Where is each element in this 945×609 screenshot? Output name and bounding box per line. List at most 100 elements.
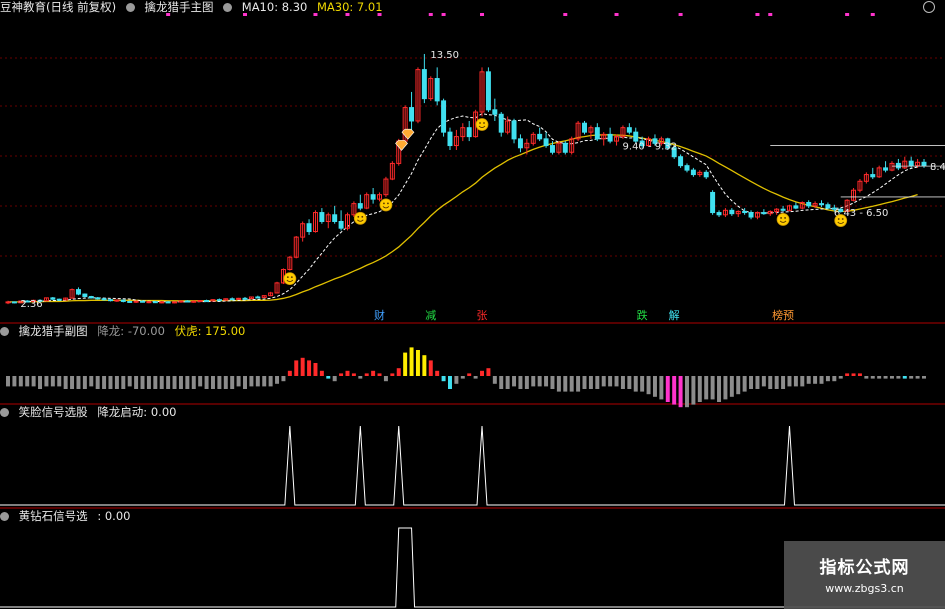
smiley-eye [479, 122, 481, 124]
sub1-bar [691, 376, 696, 405]
sub1-bar [422, 355, 427, 376]
candle-body [921, 161, 927, 167]
sub1-bar [435, 370, 440, 376]
sub1-bar [601, 376, 606, 387]
sub1-bar [704, 376, 709, 400]
sub1-bar [870, 376, 875, 379]
sub1-bar [76, 376, 81, 389]
sub1-bar [460, 376, 465, 379]
sub1-bar [512, 376, 517, 387]
sub1-bar [390, 373, 395, 376]
candle-body [690, 169, 696, 176]
sub1-bar [249, 376, 254, 387]
candle-body [216, 299, 222, 302]
price-annotation: 8.48 - [930, 162, 945, 173]
sub2-signal-line [0, 425, 945, 506]
sub1-bar [845, 373, 850, 376]
top-signal-mark [678, 13, 683, 16]
dropdown-circle-icon[interactable] [223, 3, 233, 12]
event-label: 解 [669, 308, 680, 322]
sub1-bar [774, 376, 779, 389]
sub1-bar [793, 376, 798, 387]
candle-body [5, 301, 11, 304]
smiley-eye [361, 215, 364, 218]
sub1-bar [800, 376, 805, 387]
candle-body [543, 138, 549, 147]
candle-body [159, 301, 165, 304]
sub2-title[interactable]: 笑脸信号选股 [19, 405, 88, 419]
sub1-title[interactable]: 擒龙猎手副图 [19, 324, 88, 338]
sub1-bar [499, 376, 504, 389]
diamond-icon [401, 128, 415, 140]
top-signal-mark [428, 13, 433, 16]
smiley-icon [834, 214, 848, 227]
sub1-bar [127, 376, 132, 387]
sub1-bar [415, 350, 420, 376]
sub1-bar [223, 376, 228, 389]
sub1-bar [659, 376, 664, 400]
ma10-line [7, 113, 918, 303]
smiley-icon [776, 213, 790, 226]
dropdown-circle-icon[interactable] [0, 512, 9, 521]
smiley-face [379, 198, 393, 212]
main-indicator-name[interactable]: 擒龙猎手主图 [144, 0, 213, 14]
top-signal-mark [845, 13, 850, 16]
restore-icon[interactable] [923, 1, 935, 13]
candle-body [703, 171, 709, 178]
sub1-bar [588, 376, 593, 389]
sub1-bar [191, 376, 196, 389]
candle-body [780, 208, 786, 211]
candle-body [95, 297, 101, 300]
smiley-eye [290, 276, 293, 279]
sub1-bar [633, 376, 638, 392]
sub1-bar [63, 376, 68, 389]
candle-body [883, 167, 889, 171]
sub1-bar [255, 376, 260, 387]
sub1-bar [678, 376, 683, 408]
sub1-bar [281, 376, 286, 382]
candle-body [133, 300, 139, 303]
candle-body [793, 205, 799, 209]
candle-body [684, 165, 690, 171]
sub3-header: 黄钻石信号选 : 0.00 [0, 509, 136, 524]
dropdown-circle-icon[interactable] [0, 327, 9, 336]
stock-title[interactable]: 豆神教育(日线 前复权) [0, 0, 116, 14]
sub1-header: 擒龙猎手副图 降龙: -70.00 伏虎: 175.00 [0, 324, 251, 339]
smiley-icon [379, 198, 393, 212]
sub1-bar [25, 376, 30, 387]
candle-body [562, 142, 568, 153]
candle-body [825, 204, 831, 209]
dropdown-circle-icon[interactable] [125, 3, 135, 12]
sub1-bar [640, 376, 645, 392]
sub1-bar [614, 376, 619, 387]
sub1-bar [761, 376, 766, 387]
candle-body [511, 120, 517, 140]
candle-body [678, 156, 684, 167]
candle-body [729, 209, 735, 215]
top-signal-mark [755, 13, 760, 16]
price-annotation: 2.36 [20, 299, 42, 310]
sub3-title[interactable]: 黄钻石信号选 [19, 509, 88, 523]
sub1-bar [358, 376, 363, 379]
sub1-bar [114, 376, 119, 389]
candle-body [870, 174, 876, 178]
sub1-bar [82, 376, 87, 389]
candle-body [806, 202, 812, 207]
sub1-bar [146, 376, 151, 389]
sub1-bar [307, 360, 312, 376]
main-chart-header: 豆神教育(日线 前复权) 擒龙猎手主图 MA10: 8.30 MA30: 7.0… [0, 0, 389, 15]
sub1-bar [102, 376, 107, 389]
sub1-bar [665, 376, 670, 402]
sub1-bar [140, 376, 145, 389]
candle-body [710, 191, 716, 214]
smiley-eye [383, 202, 385, 205]
sub1-bar [857, 373, 862, 376]
sub1-bar [652, 376, 657, 397]
candle-body [204, 300, 210, 303]
candle-body [582, 122, 587, 133]
sub1-bar [121, 376, 126, 389]
sub1-bar [217, 376, 222, 389]
dropdown-circle-icon[interactable] [0, 408, 9, 417]
sub1-bar [922, 376, 926, 379]
candle-body [908, 160, 914, 167]
